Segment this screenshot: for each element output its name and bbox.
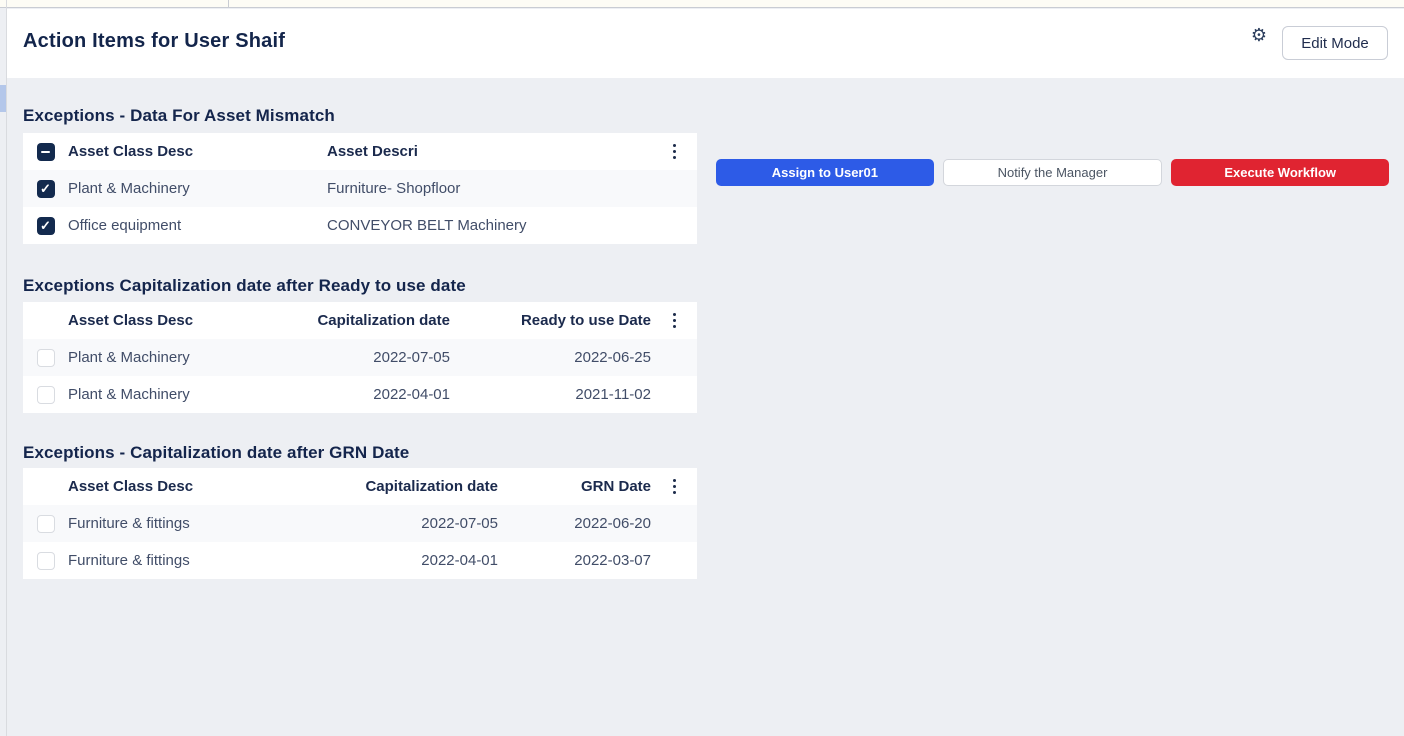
cell-capitalization-date: 2022-07-05 bbox=[373, 349, 450, 366]
cell-capitalization-date: 2022-04-01 bbox=[373, 386, 450, 403]
table-header-row: Asset Class Desc Capitalization date Rea… bbox=[23, 302, 697, 339]
row-checkbox[interactable]: ✓ bbox=[36, 179, 55, 198]
cell-asset-class: Plant & Machinery bbox=[68, 180, 190, 197]
page-title: Action Items for User Shaif bbox=[23, 30, 286, 52]
main-content: Exceptions - Data For Asset Mismatch Ass… bbox=[7, 78, 1404, 736]
table-grn-date: Asset Class Desc Capitalization date GRN… bbox=[23, 468, 697, 579]
row-checkbox[interactable] bbox=[36, 551, 55, 570]
table-asset-mismatch: Asset Class Desc Asset Descri ✓ Plant & … bbox=[23, 133, 697, 244]
row-checkbox[interactable] bbox=[36, 348, 55, 367]
kebab-menu-icon[interactable] bbox=[651, 479, 697, 494]
cell-asset-desc: Furniture- Shopfloor bbox=[327, 180, 461, 197]
section-title-grn-date: Exceptions - Capitalization date after G… bbox=[23, 443, 410, 462]
kebab-menu-icon[interactable] bbox=[651, 313, 697, 328]
column-header: Asset Descri bbox=[327, 143, 418, 160]
column-header: Ready to use Date bbox=[520, 312, 651, 329]
window-top-strip bbox=[0, 0, 1404, 8]
table-row: ✓ Plant & Machinery Furniture- Shopfloor bbox=[23, 170, 697, 207]
table-row: Plant & Machinery 2022-07-05 2022-06-25 bbox=[23, 339, 697, 376]
assign-to-user-button[interactable]: Assign to User01 bbox=[716, 159, 934, 186]
column-header: Capitalization date bbox=[365, 478, 498, 495]
page-header: Action Items for User Shaif ⚙ Edit Mode bbox=[7, 9, 1404, 78]
column-header: Asset Class Desc bbox=[68, 312, 194, 329]
notify-manager-button[interactable]: Notify the Manager bbox=[942, 159, 1163, 186]
cell-asset-class: Furniture & fittings bbox=[68, 552, 190, 569]
cell-asset-class: Furniture & fittings bbox=[68, 515, 190, 532]
gear-icon[interactable]: ⚙ bbox=[1247, 23, 1271, 47]
column-header: Capitalization date bbox=[317, 312, 450, 329]
cell-asset-class: Plant & Machinery bbox=[68, 386, 190, 403]
cell-capitalization-date: 2022-07-05 bbox=[421, 515, 498, 532]
vertical-scrollbar-thumb[interactable] bbox=[0, 85, 6, 112]
table-header-row: Asset Class Desc Capitalization date GRN… bbox=[23, 468, 697, 505]
cell-asset-class: Plant & Machinery bbox=[68, 349, 190, 366]
section-title-ready-to-use: Exceptions Capitalization date after Rea… bbox=[23, 276, 466, 295]
section-title-asset-mismatch: Exceptions - Data For Asset Mismatch bbox=[23, 106, 335, 125]
exceptions-column: Exceptions - Data For Asset Mismatch Ass… bbox=[23, 78, 697, 579]
execute-workflow-button[interactable]: Execute Workflow bbox=[1171, 159, 1390, 186]
cell-capitalization-date: 2022-04-01 bbox=[421, 552, 498, 569]
kebab-menu-icon[interactable] bbox=[651, 144, 697, 159]
row-checkbox[interactable] bbox=[36, 514, 55, 533]
table-row: Furniture & fittings 2022-07-05 2022-06-… bbox=[23, 505, 697, 542]
table-ready-to-use: Asset Class Desc Capitalization date Rea… bbox=[23, 302, 697, 413]
workflow-actions: Assign to User01 Notify the Manager Exec… bbox=[716, 159, 1390, 186]
select-all-checkbox[interactable] bbox=[36, 142, 55, 161]
cell-ready-to-use-date: 2022-06-25 bbox=[574, 349, 651, 366]
column-header: Asset Class Desc bbox=[68, 478, 194, 495]
top-divider-tick bbox=[228, 0, 229, 8]
table-row: Furniture & fittings 2022-04-01 2022-03-… bbox=[23, 542, 697, 579]
table-row: Plant & Machinery 2022-04-01 2021-11-02 bbox=[23, 376, 697, 413]
table-row: ✓ Office equipment CONVEYOR BELT Machine… bbox=[23, 207, 697, 244]
cell-grn-date: 2022-06-20 bbox=[574, 515, 651, 532]
cell-ready-to-use-date: 2021-11-02 bbox=[575, 386, 651, 403]
cell-asset-desc: CONVEYOR BELT Machinery bbox=[327, 217, 527, 234]
row-checkbox[interactable]: ✓ bbox=[36, 216, 55, 235]
cell-grn-date: 2022-03-07 bbox=[574, 552, 651, 569]
edit-mode-button[interactable]: Edit Mode bbox=[1282, 26, 1388, 60]
cell-asset-class: Office equipment bbox=[68, 217, 182, 234]
column-header: Asset Class Desc bbox=[68, 143, 194, 160]
column-header: GRN Date bbox=[580, 478, 651, 495]
row-checkbox[interactable] bbox=[36, 385, 55, 404]
table-header-row: Asset Class Desc Asset Descri bbox=[23, 133, 697, 170]
